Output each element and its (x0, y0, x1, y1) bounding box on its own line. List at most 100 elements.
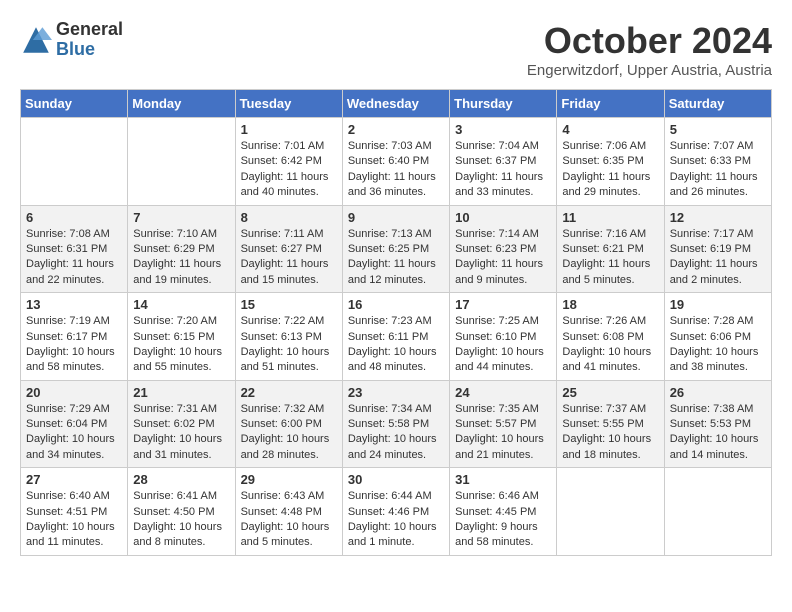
calendar-cell: 29 Sunrise: 6:43 AM Sunset: 4:48 PM Dayli… (235, 468, 342, 556)
cell-content: Sunrise: 7:34 AM Sunset: 5:58 PM Dayligh… (348, 402, 444, 464)
day-number: 21 (133, 385, 229, 400)
logo-general-text: General (56, 20, 123, 40)
day-number: 22 (241, 385, 337, 400)
day-number: 10 (455, 210, 551, 225)
day-number: 29 (241, 472, 337, 487)
day-number: 26 (670, 385, 766, 400)
calendar-body: 1 Sunrise: 7:01 AM Sunset: 6:42 PM Daylig… (21, 118, 772, 556)
cell-content: Sunrise: 6:46 AM Sunset: 4:45 PM Dayligh… (455, 489, 551, 551)
calendar-cell (21, 118, 128, 206)
calendar-cell: 15 Sunrise: 7:22 AM Sunset: 6:13 PM Dayli… (235, 293, 342, 381)
day-number: 31 (455, 472, 551, 487)
calendar-cell (664, 468, 771, 556)
logo-icon (20, 24, 52, 56)
day-number: 16 (348, 297, 444, 312)
calendar-cell: 8 Sunrise: 7:11 AM Sunset: 6:27 PM Daylig… (235, 205, 342, 293)
cell-content: Sunrise: 7:08 AM Sunset: 6:31 PM Dayligh… (26, 227, 122, 289)
day-header-tuesday: Tuesday (235, 90, 342, 118)
cell-content: Sunrise: 7:16 AM Sunset: 6:21 PM Dayligh… (562, 227, 658, 289)
calendar-cell: 7Sunrise: 7:10 AM Sunset: 6:29 PM Daylig… (128, 205, 235, 293)
calendar-week-4: 20Sunrise: 7:29 AM Sunset: 6:04 PM Dayli… (21, 380, 772, 468)
calendar-cell: 26Sunrise: 7:38 AM Sunset: 5:53 PM Dayli… (664, 380, 771, 468)
calendar-cell (128, 118, 235, 206)
day-header-sunday: Sunday (21, 90, 128, 118)
day-number: 18 (562, 297, 658, 312)
cell-content: Sunrise: 7:28 AM Sunset: 6:06 PM Dayligh… (670, 314, 766, 376)
month-title: October 2024 (527, 20, 772, 62)
logo-blue-text: Blue (56, 40, 123, 60)
calendar-cell: 11 Sunrise: 7:16 AM Sunset: 6:21 PM Dayli… (557, 205, 664, 293)
cell-content: Sunrise: 6:44 AM Sunset: 4:46 PM Dayligh… (348, 489, 444, 551)
calendar-cell: 4 Sunrise: 7:06 AM Sunset: 6:35 PM Daylig… (557, 118, 664, 206)
calendar-table: SundayMondayTuesdayWednesdayThursdayFrid… (20, 89, 772, 556)
day-number: 27 (26, 472, 122, 487)
title-section: October 2024 Engerwitzdorf, Upper Austri… (527, 20, 772, 79)
day-number: 20 (26, 385, 122, 400)
cell-content: Sunrise: 7:26 AM Sunset: 6:08 PM Dayligh… (562, 314, 658, 376)
day-number: 3 (455, 122, 551, 137)
cell-content: Sunrise: 7:14 AM Sunset: 6:23 PM Dayligh… (455, 227, 551, 289)
calendar-cell: 18 Sunrise: 7:26 AM Sunset: 6:08 PM Dayli… (557, 293, 664, 381)
cell-content: Sunrise: 7:23 AM Sunset: 6:11 PM Dayligh… (348, 314, 444, 376)
calendar-week-5: 27 Sunrise: 6:40 AM Sunset: 4:51 PM Dayli… (21, 468, 772, 556)
day-number: 15 (241, 297, 337, 312)
day-number: 11 (562, 210, 658, 225)
cell-content: Sunrise: 7:37 AM Sunset: 5:55 PM Dayligh… (562, 402, 658, 464)
calendar-cell: 31 Sunrise: 6:46 AM Sunset: 4:45 PM Dayli… (450, 468, 557, 556)
calendar-cell: 14 Sunrise: 7:20 AM Sunset: 6:15 PM Dayli… (128, 293, 235, 381)
cell-content: Sunrise: 7:01 AM Sunset: 6:42 PM Dayligh… (241, 139, 337, 201)
cell-content: Sunrise: 7:06 AM Sunset: 6:35 PM Dayligh… (562, 139, 658, 201)
calendar-week-1: 1 Sunrise: 7:01 AM Sunset: 6:42 PM Daylig… (21, 118, 772, 206)
day-number: 5 (670, 122, 766, 137)
calendar-week-2: 6 Sunrise: 7:08 AM Sunset: 6:31 PM Daylig… (21, 205, 772, 293)
cell-content: Sunrise: 7:11 AM Sunset: 6:27 PM Dayligh… (241, 227, 337, 289)
calendar-cell: 2 Sunrise: 7:03 AM Sunset: 6:40 PM Daylig… (342, 118, 449, 206)
cell-content: Sunrise: 7:17 AM Sunset: 6:19 PM Dayligh… (670, 227, 766, 289)
cell-content: Sunrise: 7:22 AM Sunset: 6:13 PM Dayligh… (241, 314, 337, 376)
logo: General Blue (20, 20, 123, 60)
day-number: 23 (348, 385, 444, 400)
day-number: 13 (26, 297, 122, 312)
day-number: 17 (455, 297, 551, 312)
calendar-cell: 1 Sunrise: 7:01 AM Sunset: 6:42 PM Daylig… (235, 118, 342, 206)
day-number: 4 (562, 122, 658, 137)
cell-content: Sunrise: 7:20 AM Sunset: 6:15 PM Dayligh… (133, 314, 229, 376)
calendar-cell: 17Sunrise: 7:25 AM Sunset: 6:10 PM Dayli… (450, 293, 557, 381)
calendar-cell: 20Sunrise: 7:29 AM Sunset: 6:04 PM Dayli… (21, 380, 128, 468)
day-number: 14 (133, 297, 229, 312)
cell-content: Sunrise: 7:19 AM Sunset: 6:17 PM Dayligh… (26, 314, 122, 376)
calendar-cell: 13 Sunrise: 7:19 AM Sunset: 6:17 PM Dayli… (21, 293, 128, 381)
calendar-cell: 16 Sunrise: 7:23 AM Sunset: 6:11 PM Dayli… (342, 293, 449, 381)
cell-content: Sunrise: 7:13 AM Sunset: 6:25 PM Dayligh… (348, 227, 444, 289)
day-number: 12 (670, 210, 766, 225)
calendar-cell: 30 Sunrise: 6:44 AM Sunset: 4:46 PM Dayli… (342, 468, 449, 556)
day-number: 24 (455, 385, 551, 400)
location-title: Engerwitzdorf, Upper Austria, Austria (527, 62, 772, 79)
cell-content: Sunrise: 7:03 AM Sunset: 6:40 PM Dayligh… (348, 139, 444, 201)
cell-content: Sunrise: 7:31 AM Sunset: 6:02 PM Dayligh… (133, 402, 229, 464)
cell-content: Sunrise: 7:04 AM Sunset: 6:37 PM Dayligh… (455, 139, 551, 201)
calendar-cell: 9 Sunrise: 7:13 AM Sunset: 6:25 PM Daylig… (342, 205, 449, 293)
calendar-cell: 22Sunrise: 7:32 AM Sunset: 6:00 PM Dayli… (235, 380, 342, 468)
day-number: 30 (348, 472, 444, 487)
day-number: 8 (241, 210, 337, 225)
cell-content: Sunrise: 6:41 AM Sunset: 4:50 PM Dayligh… (133, 489, 229, 551)
day-number: 19 (670, 297, 766, 312)
cell-content: Sunrise: 7:35 AM Sunset: 5:57 PM Dayligh… (455, 402, 551, 464)
day-number: 1 (241, 122, 337, 137)
calendar-cell: 5 Sunrise: 7:07 AM Sunset: 6:33 PM Daylig… (664, 118, 771, 206)
calendar-cell: 10 Sunrise: 7:14 AM Sunset: 6:23 PM Dayli… (450, 205, 557, 293)
day-number: 6 (26, 210, 122, 225)
cell-content: Sunrise: 6:43 AM Sunset: 4:48 PM Dayligh… (241, 489, 337, 551)
day-number: 2 (348, 122, 444, 137)
day-header-saturday: Saturday (664, 90, 771, 118)
day-header-thursday: Thursday (450, 90, 557, 118)
day-header-wednesday: Wednesday (342, 90, 449, 118)
day-number: 25 (562, 385, 658, 400)
cell-content: Sunrise: 7:07 AM Sunset: 6:33 PM Dayligh… (670, 139, 766, 201)
calendar-week-3: 13 Sunrise: 7:19 AM Sunset: 6:17 PM Dayli… (21, 293, 772, 381)
day-number: 28 (133, 472, 229, 487)
cell-content: Sunrise: 6:40 AM Sunset: 4:51 PM Dayligh… (26, 489, 122, 551)
day-number: 9 (348, 210, 444, 225)
calendar-cell: 27 Sunrise: 6:40 AM Sunset: 4:51 PM Dayli… (21, 468, 128, 556)
